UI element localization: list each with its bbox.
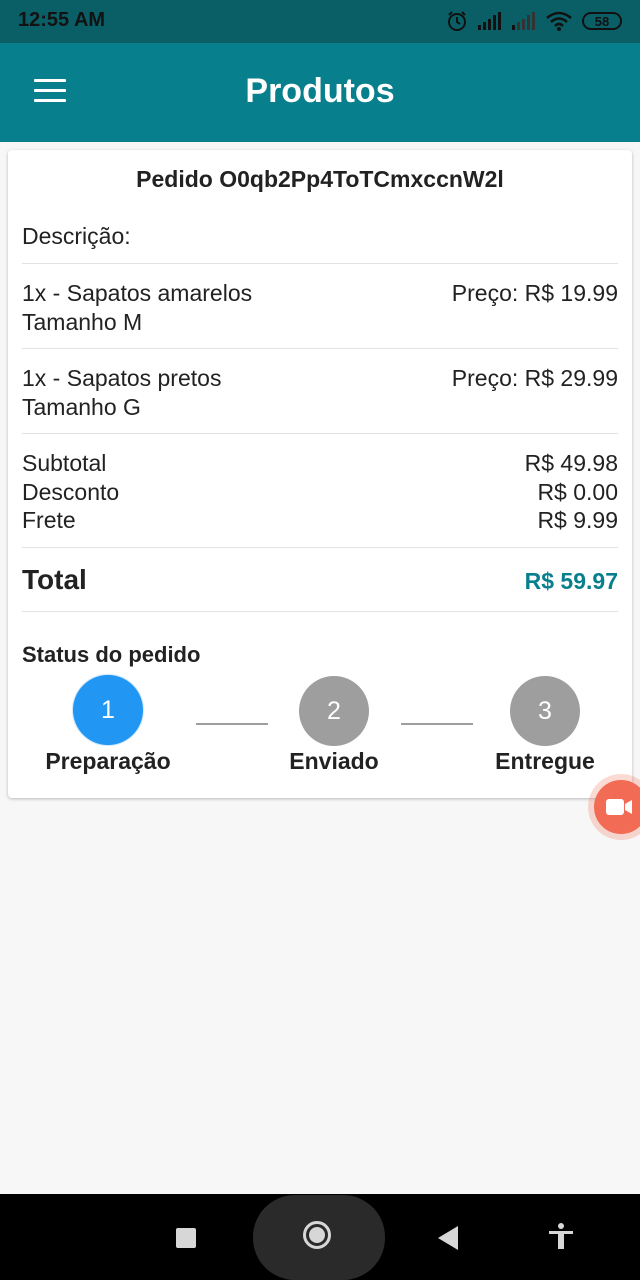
total-value: R$ 59.97: [524, 568, 618, 594]
shipping-value: R$ 9.99: [537, 507, 618, 533]
battery-icon: 58: [582, 12, 622, 30]
step-3-circle[interactable]: 3: [510, 676, 580, 746]
alarm-icon: [448, 11, 466, 31]
total-row: Total R$ 59.97: [22, 564, 618, 598]
item-price: Preço: R$ 19.99: [451, 280, 618, 306]
item-name: 1x - Sapatos pretos: [22, 365, 222, 391]
subtotal-label: Subtotal: [22, 450, 107, 476]
status-icons: 58: [446, 10, 622, 32]
divider: [22, 611, 618, 612]
step-2-label: Enviado: [289, 748, 379, 774]
step-connector: [401, 723, 473, 725]
item-size: Tamanho G: [22, 394, 141, 420]
signal-icon: [478, 12, 501, 30]
page-title: Produtos: [245, 72, 395, 110]
home-icon-dot: [309, 1227, 325, 1243]
item-size: Tamanho M: [22, 309, 143, 335]
subtotal-value: R$ 49.98: [524, 450, 618, 476]
back-icon[interactable]: [438, 1226, 458, 1250]
item-name: 1x - Sapatos amarelos: [22, 280, 253, 306]
discount-value: R$ 0.00: [537, 479, 618, 505]
order-title: Pedido O0qb2Pp4ToTCmxccnW2l: [136, 166, 504, 192]
total-label: Total: [22, 564, 87, 595]
discount-label: Desconto: [22, 479, 120, 505]
discount-row: Desconto R$ 0.00: [22, 479, 618, 507]
divider: [22, 348, 618, 349]
step-1-label: Preparação: [45, 748, 171, 774]
accessibility-icon[interactable]: [548, 1222, 574, 1250]
status-title: Status do pedido: [22, 642, 201, 667]
item-price: Preço: R$ 29.99: [451, 365, 618, 391]
divider: [22, 547, 618, 548]
signal-weak-icon: [512, 12, 535, 30]
divider: [22, 263, 618, 264]
order-item: 1x - Sapatos pretos Tamanho G Preço: R$ …: [22, 365, 618, 425]
divider: [22, 433, 618, 434]
shipping-label: Frete: [22, 507, 76, 533]
order-item: 1x - Sapatos amarelos Tamanho M Preço: R…: [22, 280, 618, 340]
step-connector: [196, 723, 268, 725]
video-record-icon[interactable]: [594, 780, 640, 834]
wifi-icon: [546, 11, 572, 31]
recent-apps-icon[interactable]: [176, 1228, 196, 1248]
step-2-circle[interactable]: 2: [299, 676, 369, 746]
status-time: 12:55 AM: [18, 9, 106, 31]
shipping-row: Frete R$ 9.99: [22, 507, 618, 535]
description-label: Descrição:: [22, 223, 131, 249]
step-1-circle[interactable]: 1: [73, 675, 143, 745]
subtotal-row: Subtotal R$ 49.98: [22, 450, 618, 478]
video-camera-icon: [606, 799, 632, 815]
app-bar: Produtos: [0, 43, 640, 142]
step-3-label: Entregue: [495, 748, 595, 774]
status-bar: 12:55 AM 58: [0, 0, 640, 43]
